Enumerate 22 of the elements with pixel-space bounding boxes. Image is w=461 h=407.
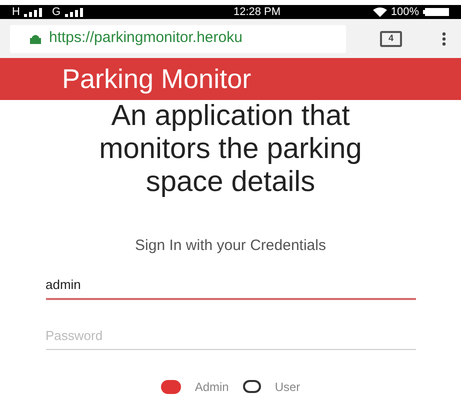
wifi-icon xyxy=(372,7,387,17)
radio-button[interactable] xyxy=(160,380,181,394)
clock-text: 12:28 PM xyxy=(232,4,282,20)
username-field[interactable]: admin xyxy=(46,272,416,300)
signal-icon xyxy=(24,8,44,16)
radio-button[interactable] xyxy=(242,380,261,393)
radio-label: Admin xyxy=(194,378,229,396)
address-bar[interactable]: https://parkingmonitor.heroku xyxy=(10,24,346,52)
url-text: https://parkingmonitor.heroku xyxy=(49,28,242,48)
network-label: G xyxy=(52,4,61,20)
network-label: H xyxy=(12,4,20,20)
radio-label: User xyxy=(274,378,300,396)
signal-icon xyxy=(64,8,85,16)
menu-icon[interactable] xyxy=(442,32,446,46)
sign-in-title: Sign In with your Credentials xyxy=(135,236,326,256)
battery-text: 100% xyxy=(390,4,419,20)
heading-text: An application that monitors the parking space details xyxy=(98,100,363,199)
lock-icon xyxy=(30,34,41,44)
app-title: Parking Monitor xyxy=(62,66,252,92)
tab-count-button[interactable]: 4 xyxy=(380,30,402,46)
password-field[interactable]: Password xyxy=(46,322,416,350)
battery-icon xyxy=(423,8,449,16)
